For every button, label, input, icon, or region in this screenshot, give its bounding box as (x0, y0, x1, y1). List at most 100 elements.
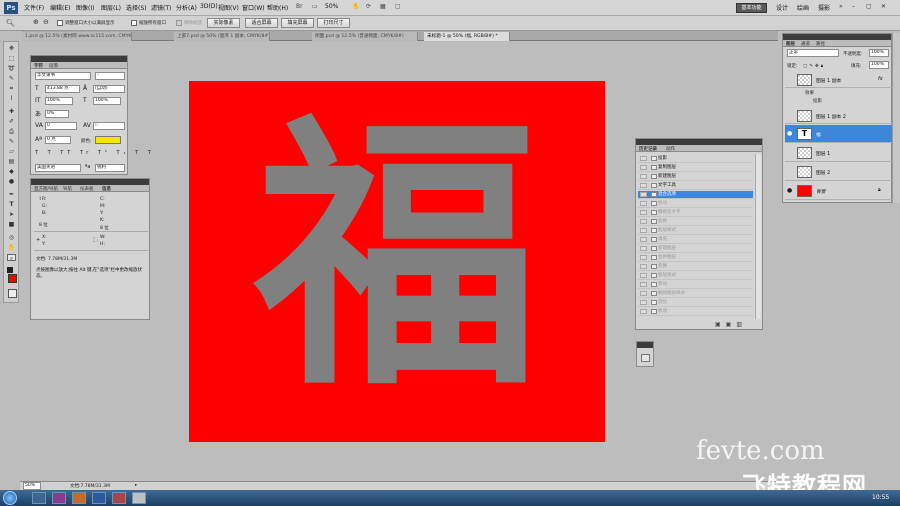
taskbar-app-2[interactable] (52, 492, 66, 504)
tab-channels[interactable]: 通道 (801, 41, 810, 47)
history-item[interactable]: 栅格化文字 (638, 209, 753, 217)
effect-drop-shadow[interactable]: 投影 (813, 98, 822, 104)
zoom-all-windows-checkbox[interactable] (131, 20, 137, 26)
actual-pixels-button[interactable]: 实际像素 (207, 18, 240, 28)
rotate-view-icon[interactable]: ⟳ (366, 3, 371, 10)
eyedropper-tool-icon[interactable]: ⌇ (7, 95, 16, 102)
antialias-select[interactable]: 锐利 (95, 164, 125, 172)
tab-navigator[interactable]: 导航 (63, 186, 72, 192)
workspace-painting[interactable]: 绘画 (797, 3, 809, 12)
hand-tool-icon[interactable]: ✋ (7, 244, 16, 251)
history-brush-source-box[interactable] (640, 165, 647, 170)
menu-file[interactable]: 文件(F) (24, 3, 44, 12)
foreground-color-swatch[interactable] (8, 274, 17, 283)
scrubby-zoom-checkbox[interactable] (176, 20, 182, 26)
status-menu-icon[interactable]: ▸ (135, 483, 137, 488)
clone-stamp-icon[interactable]: ⎙ (7, 128, 16, 135)
fill-field[interactable]: 100% (869, 61, 889, 69)
dodge-tool-icon[interactable]: ● (7, 178, 16, 185)
menu-analysis[interactable]: 分析(A) (176, 3, 197, 12)
tab-character[interactable]: 字符 (34, 63, 43, 69)
close-icon[interactable]: ✕ (881, 3, 886, 10)
document-canvas[interactable]: 福 (189, 81, 605, 442)
history-footer-icons[interactable]: ▣▣▥ (715, 321, 747, 328)
history-item[interactable]: 文字工具 (638, 182, 753, 190)
tab-histogram[interactable]: 直方图/导航 (34, 186, 58, 192)
history-brush-source-box[interactable] (640, 300, 647, 305)
language-select[interactable]: 美国英语 (35, 164, 81, 172)
history-brush-source-box[interactable] (640, 174, 647, 179)
quick-select-tool-icon[interactable]: ✎ (7, 75, 16, 82)
start-button-icon[interactable] (3, 491, 17, 505)
panel-dock-strip[interactable] (892, 33, 900, 203)
history-brush-source-box[interactable] (640, 264, 647, 269)
more-workspaces-icon[interactable]: » (839, 3, 843, 10)
menu-3d[interactable]: 3D(D) (200, 3, 218, 10)
taskbar-app-6[interactable] (132, 492, 146, 504)
type-tool-icon[interactable]: T (7, 201, 16, 208)
history-brush-source-box[interactable] (640, 210, 647, 215)
healing-brush-icon[interactable]: ✚ (7, 108, 16, 115)
font-size-field[interactable]: 413.88 点 (45, 85, 80, 93)
doc-info[interactable]: 文档:7.78M/31.3M (70, 483, 110, 489)
default-colors-icon[interactable] (7, 267, 13, 273)
history-brush-source-box[interactable] (640, 246, 647, 251)
history-brush-icon[interactable]: ✎ (7, 138, 16, 145)
panel-expand-icon[interactable] (641, 354, 650, 362)
zoom-tool-icon[interactable]: ⌕ (7, 254, 16, 262)
zoom-field[interactable]: 50% (23, 482, 41, 490)
history-item[interactable]: 移动 (638, 200, 753, 208)
lock-icons[interactable]: ▢✎✥🔒︎ (803, 63, 825, 69)
history-brush-source-box[interactable] (640, 192, 647, 197)
workspace-photography[interactable]: 摄影 (818, 3, 830, 12)
3d-rotate-icon[interactable]: ◎ (7, 234, 16, 241)
zoom-in-icon[interactable]: ⊕ (33, 18, 39, 26)
taskbar-app-explorer[interactable] (32, 492, 46, 504)
bridge-icon[interactable]: Br (296, 3, 303, 10)
menu-filter[interactable]: 滤镜(T) (151, 3, 171, 12)
mini-bridge-icon[interactable]: ▭ (312, 3, 318, 10)
tab-actions[interactable]: 动作 (666, 146, 675, 152)
tab-paragraph[interactable]: 段落 (49, 63, 58, 69)
path-select-icon[interactable]: ➤ (7, 211, 16, 218)
style-buttons[interactable]: T T TT Tr T¹ T₁ T T (35, 150, 151, 157)
history-item[interactable]: 移动 (638, 308, 753, 316)
print-size-button[interactable]: 打印尺寸 (317, 18, 350, 28)
tracking-field[interactable]: 0 (93, 122, 125, 130)
history-item[interactable]: 混合选项 (638, 191, 753, 199)
blur-tool-icon[interactable]: ◆ (7, 168, 16, 175)
blend-mode-select[interactable]: 正常 (787, 49, 839, 57)
font-family-select[interactable]: 华文隶书 (35, 72, 91, 80)
history-item[interactable]: 图层样式 (638, 272, 753, 280)
layer-row[interactable]: 图层 1 副本 fx (785, 72, 892, 88)
history-brush-source-box[interactable] (640, 291, 647, 296)
history-item[interactable]: 变换 (638, 218, 753, 226)
history-brush-source-box[interactable] (640, 237, 647, 242)
effects-label[interactable]: 效果 (805, 90, 814, 96)
fill-screen-button[interactable]: 填充屏幕 (281, 18, 314, 28)
tsume-field[interactable]: 0% (45, 110, 69, 118)
pen-tool-icon[interactable]: ✒ (7, 191, 16, 198)
menu-image[interactable]: 图像(I) (76, 3, 94, 12)
history-brush-source-box[interactable] (640, 282, 647, 287)
history-item[interactable]: 删除图层样式 (638, 290, 753, 298)
quick-mask-icon[interactable] (8, 289, 17, 298)
taskbar-app-photoshop[interactable] (92, 492, 106, 504)
visibility-toggle[interactable] (787, 169, 794, 175)
eye-icon[interactable]: ● (787, 130, 794, 137)
history-item[interactable]: 图层样式 (638, 227, 753, 235)
marquee-tool-icon[interactable]: ⬚ (7, 55, 16, 62)
layer-row[interactable]: 图层 1 (785, 144, 892, 162)
zoom-tool-icon[interactable]: 🔍︎ (6, 19, 15, 27)
panel-header[interactable] (637, 342, 653, 348)
eraser-tool-icon[interactable]: ▱ (7, 148, 16, 155)
doc-tab-active[interactable]: 未标题-1 @ 50% (福, RGB/8#) * (424, 32, 510, 41)
visibility-toggle[interactable] (787, 150, 794, 156)
taskbar-app-5[interactable] (112, 492, 126, 504)
kerning-field[interactable]: 0 (45, 122, 77, 130)
zoom-level-select[interactable]: 50% (325, 3, 338, 10)
tab-info[interactable]: 信息 (102, 186, 111, 192)
menu-view[interactable]: 视图(V) (218, 3, 239, 12)
history-brush-source-box[interactable] (640, 255, 647, 260)
menu-layer[interactable]: 图层(L) (101, 3, 121, 12)
